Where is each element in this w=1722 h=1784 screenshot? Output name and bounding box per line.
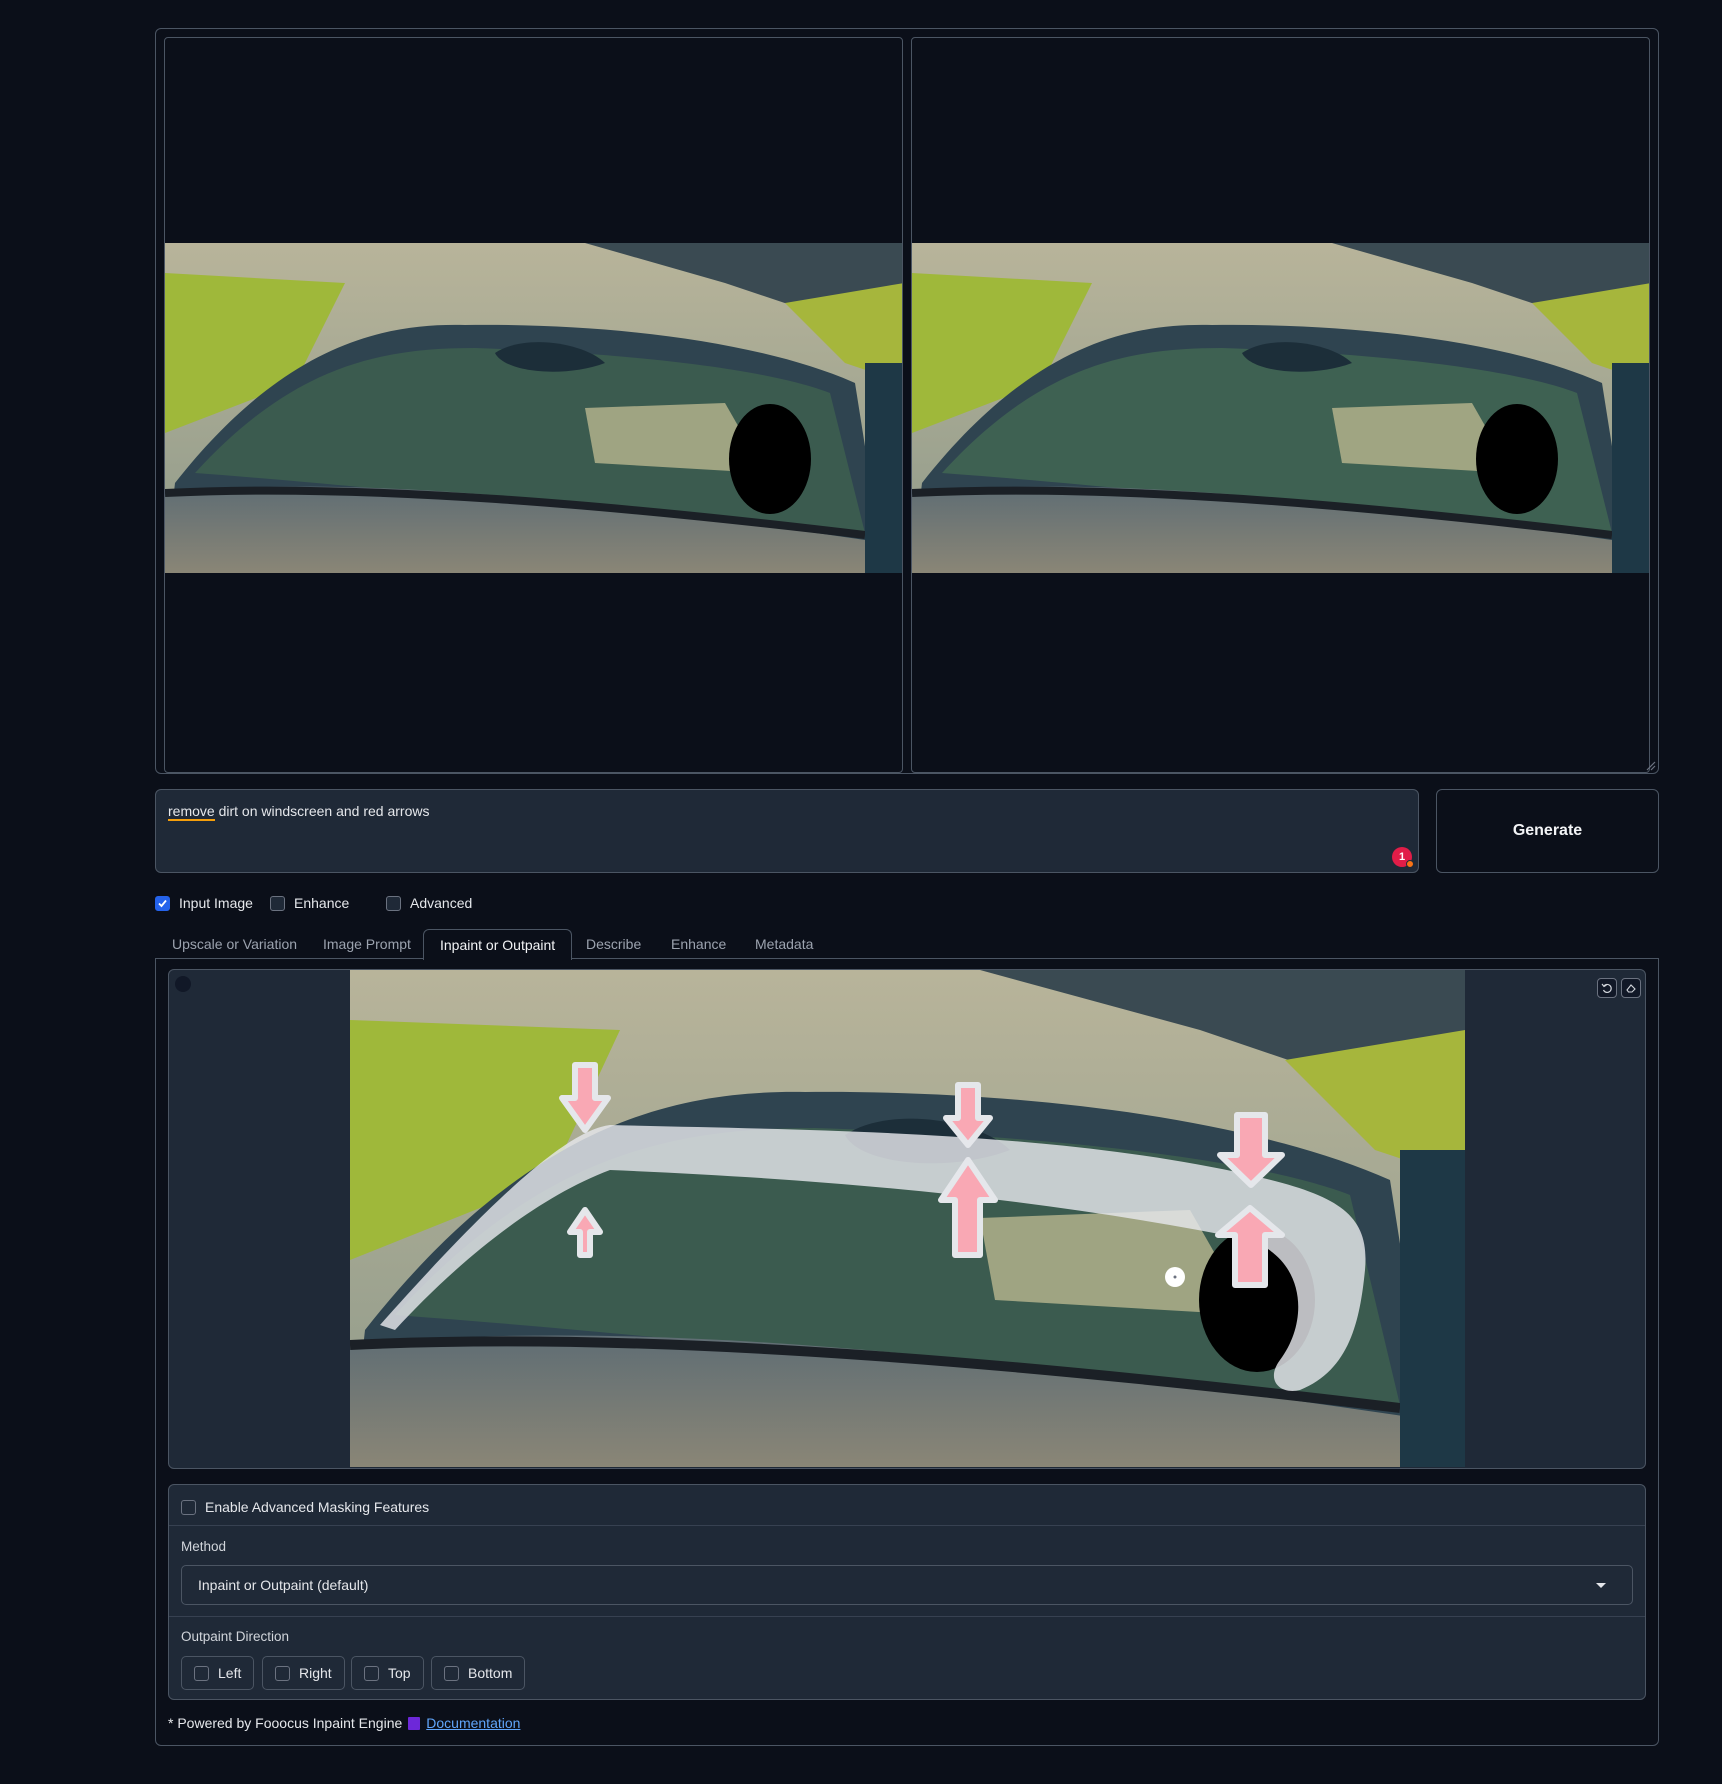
direction-label: Bottom (468, 1665, 513, 1681)
mask-canvas[interactable] (350, 970, 1465, 1467)
book-icon (408, 1716, 421, 1730)
checkbox-icon[interactable] (364, 1665, 379, 1681)
resize-grip-icon[interactable] (1646, 761, 1656, 771)
option-label: Input Image (179, 895, 253, 911)
checkbox-icon[interactable] (181, 1499, 196, 1515)
gallery-image-before[interactable] (164, 37, 903, 773)
badge-dot-icon (1406, 860, 1414, 868)
checkbox-icon[interactable] (270, 895, 285, 911)
option-enhance[interactable]: Enhance (270, 893, 349, 913)
direction-label: Top (388, 1665, 411, 1681)
divider (169, 1616, 1645, 1617)
tab-image-prompt[interactable]: Image Prompt (323, 929, 411, 959)
footer-note: * Powered by Fooocus Inpaint Engine Docu… (168, 1715, 520, 1731)
checkbox-icon[interactable] (386, 895, 401, 911)
checkbox-icon[interactable] (275, 1665, 290, 1681)
method-label: Method (181, 1539, 227, 1554)
method-value: Inpaint or Outpaint (default) (198, 1577, 369, 1593)
tab-upscale-or-variation[interactable]: Upscale or Variation (172, 929, 297, 959)
close-icon[interactable] (1645, 978, 1646, 998)
outpaint-direction-label: Outpaint Direction (181, 1629, 290, 1644)
checkbox-checked-icon[interactable] (155, 895, 170, 911)
direction-top[interactable]: Top (351, 1656, 424, 1690)
tab-describe[interactable]: Describe (586, 929, 641, 959)
option-input-image[interactable]: Input Image (155, 893, 253, 913)
chevron-down-icon (1596, 1583, 1606, 1588)
spellcheck-count: 1 (1398, 851, 1406, 863)
editor-handle-icon (175, 976, 191, 992)
inpaint-panel: Enable Advanced Masking Features Method … (155, 958, 1659, 1746)
eraser-icon[interactable] (1621, 978, 1641, 998)
direction-bottom[interactable]: Bottom (431, 1656, 526, 1690)
generate-button[interactable]: Generate (1436, 789, 1659, 873)
enable-advanced-masking[interactable]: Enable Advanced Masking Features (181, 1497, 429, 1517)
prompt-rest: dirt on windscreen and red arrows (214, 803, 430, 819)
tab-enhance[interactable]: Enhance (671, 929, 726, 959)
tab-inpaint-or-outpaint[interactable]: Inpaint or Outpaint (423, 929, 573, 960)
direction-right[interactable]: Right (262, 1656, 345, 1690)
direction-label: Left (218, 1665, 242, 1681)
option-advanced[interactable]: Advanced (386, 893, 472, 913)
inpaint-image-editor[interactable] (168, 969, 1646, 1469)
divider (169, 1525, 1645, 1526)
method-select[interactable]: Inpaint or Outpaint (default) (181, 1565, 1633, 1605)
undo-icon[interactable] (1597, 978, 1617, 998)
brush-icon[interactable] (1645, 1010, 1646, 1030)
prompt-input[interactable]: remove dirt on windscreen and red arrows… (155, 789, 1419, 873)
direction-label: Right (299, 1665, 332, 1681)
checkbox-icon[interactable] (444, 1665, 459, 1681)
prompt-text[interactable]: remove dirt on windscreen and red arrows (168, 803, 430, 821)
gallery-image-after[interactable] (911, 37, 1650, 773)
option-label: Advanced (410, 895, 473, 911)
prompt-first-word: remove (168, 803, 215, 821)
tab-metadata[interactable]: Metadata (755, 929, 813, 959)
direction-left[interactable]: Left (181, 1656, 255, 1690)
enable-advanced-masking-label: Enable Advanced Masking Features (205, 1499, 430, 1515)
spellcheck-badge[interactable]: 1 (1392, 847, 1414, 868)
checkbox-icon[interactable] (194, 1665, 209, 1681)
footer-text: * Powered by Fooocus Inpaint Engine (168, 1715, 403, 1731)
documentation-link[interactable]: Documentation (426, 1715, 520, 1731)
option-label: Enhance (294, 895, 350, 911)
masking-options: Enable Advanced Masking Features Method … (168, 1484, 1646, 1700)
result-gallery (155, 28, 1659, 774)
